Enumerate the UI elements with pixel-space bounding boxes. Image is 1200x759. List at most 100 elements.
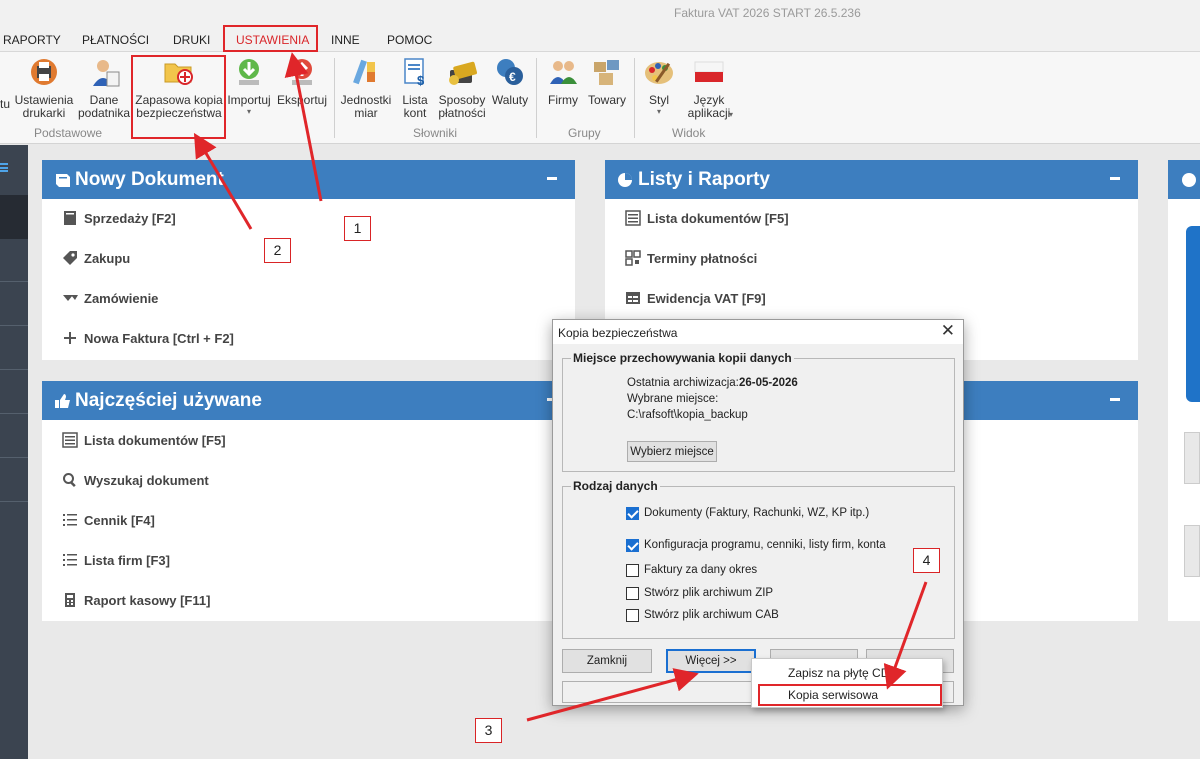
qr-grid-icon xyxy=(625,250,641,266)
taxpayer-data-button[interactable]: Dane podatnika xyxy=(76,56,132,120)
panel-title: Listy i Raporty xyxy=(638,169,770,190)
highlight-service-copy xyxy=(758,684,942,706)
menu-item-burn-cd[interactable]: Zapisz na płytę CD xyxy=(788,666,889,680)
dialog-title: Kopia bezpieczeństwa xyxy=(558,326,678,340)
svg-text:€: € xyxy=(509,70,516,84)
payment-methods-button[interactable]: Sposoby płatności xyxy=(436,56,488,120)
export-button[interactable]: Eksportuj xyxy=(276,56,328,107)
hamburger-icon[interactable] xyxy=(0,163,8,172)
style-button[interactable]: Styl ▾ xyxy=(640,56,678,117)
panel-najczesciej-uzywane: Najczęściej używane Lista dokumentów [F5… xyxy=(42,381,575,621)
import-button[interactable]: Importuj ▾ xyxy=(224,56,274,117)
data-type-group: Rodzaj danych Dokumenty (Faktury, Rachun… xyxy=(562,479,955,639)
currencies-button[interactable]: € Waluty xyxy=(490,56,530,107)
group-label-widok: Widok xyxy=(672,126,706,140)
import-icon xyxy=(233,56,265,88)
menu-pomoc[interactable]: POMOC xyxy=(387,33,432,47)
ribbon-cut-label[interactable]: tu xyxy=(0,98,10,111)
accounts-list-button[interactable]: $ Lista kont xyxy=(396,56,434,120)
document-money-icon: $ xyxy=(399,56,431,88)
companies-button[interactable]: Firmy xyxy=(544,56,582,107)
group-label-slowniki: Słowniki xyxy=(413,126,458,140)
panel-info xyxy=(1168,160,1200,621)
list-icon xyxy=(62,432,78,448)
book-icon xyxy=(62,210,78,226)
annotation-number: 3 xyxy=(475,718,502,743)
menu-platnosci[interactable]: PŁATNOŚCI xyxy=(82,33,149,47)
ribbon-separator xyxy=(634,58,635,138)
last-archive-label: Ostatnia archiwizacja: xyxy=(627,377,739,389)
thumbs-up-icon xyxy=(54,393,72,409)
export-icon xyxy=(286,56,318,88)
menu-druki[interactable]: DRUKI xyxy=(173,33,210,47)
info-tile xyxy=(1184,432,1200,484)
checkbox-label: Faktury za dany okres xyxy=(644,564,758,576)
order-icon xyxy=(62,290,78,306)
panel-header xyxy=(1168,160,1200,199)
last-archive-value: 26-05-2026 xyxy=(739,377,798,389)
person-card-icon xyxy=(88,56,120,88)
menu-inne[interactable]: INNE xyxy=(331,33,360,47)
menu-bar: RAPORTY PŁATNOŚCI DRUKI USTAWIENIA INNE … xyxy=(0,26,1200,52)
list-icon xyxy=(625,210,641,226)
table-icon xyxy=(625,290,641,306)
annotation-number: 4 xyxy=(913,548,940,573)
printer-icon xyxy=(28,56,60,88)
units-button[interactable]: Jednostki miar xyxy=(338,56,394,120)
products-button[interactable]: Towary xyxy=(584,56,630,107)
more-button[interactable]: Więcej >> xyxy=(666,649,756,673)
highlight-ustawienia xyxy=(223,25,318,52)
checkbox-cab[interactable] xyxy=(626,609,639,622)
close-icon[interactable]: ✕ xyxy=(941,322,955,340)
title-bar: Faktura VAT 2026 START 26.5.236 xyxy=(0,0,1200,26)
panel-header: Najczęściej używane xyxy=(42,381,575,420)
menu-raporty[interactable]: RAPORTY xyxy=(3,33,61,47)
printer-settings-button[interactable]: Ustawienia drukarki xyxy=(12,56,76,120)
checkbox-label: Konfiguracja programu, cenniki, listy fi… xyxy=(644,539,886,551)
minimize-icon[interactable] xyxy=(1110,398,1120,401)
storage-group-title: Miejsce przechowywania kopii danych xyxy=(571,351,794,365)
ruler-icon xyxy=(350,56,382,88)
checkbox-konfiguracja[interactable] xyxy=(626,539,639,552)
annotation-number: 2 xyxy=(264,238,291,263)
panel-nowy-dokument: Nowy Dokument Sprzedaży [F2] Zakupu Zamó… xyxy=(42,160,575,360)
checkbox-dokumenty[interactable] xyxy=(626,507,639,520)
bullet-list-icon xyxy=(62,552,78,568)
checkbox-label: Stwórz plik archiwum ZIP xyxy=(644,587,774,599)
pie-chart-icon xyxy=(617,172,635,188)
sidebar-divider xyxy=(0,501,28,502)
language-dropdown-arrow[interactable]: ▾ xyxy=(729,110,733,119)
dialog-title-bar: Kopia bezpieczeństwa ✕ xyxy=(553,320,963,344)
close-button[interactable]: Zamknij xyxy=(562,649,652,673)
backup-dialog: Kopia bezpieczeństwa ✕ Miejsce przechowy… xyxy=(552,319,964,706)
panel-title: Najczęściej używane xyxy=(75,390,262,411)
sidebar-divider xyxy=(0,281,28,282)
palette-icon xyxy=(643,56,675,88)
sidebar-divider xyxy=(0,413,28,414)
group-label-podstawowe: Podstawowe xyxy=(34,126,103,140)
data-type-group-title: Rodzaj danych xyxy=(571,479,660,493)
info-card xyxy=(1186,226,1200,402)
minimize-icon[interactable] xyxy=(1110,177,1120,180)
currency-icon: € xyxy=(494,56,526,88)
boxes-icon xyxy=(591,56,623,88)
highlight-backup-button xyxy=(131,55,226,139)
svg-text:$: $ xyxy=(417,73,425,88)
search-icon xyxy=(62,472,78,488)
people-icon xyxy=(547,56,579,88)
minimize-icon[interactable] xyxy=(547,177,557,180)
checkbox-zip[interactable] xyxy=(626,587,639,600)
sidebar-divider xyxy=(0,325,28,326)
sidebar-active-item[interactable] xyxy=(0,195,28,239)
sidebar-divider xyxy=(0,369,28,370)
info-tile xyxy=(1184,525,1200,577)
ribbon-separator xyxy=(334,58,335,138)
calculator-icon xyxy=(62,592,78,608)
bullet-list-icon xyxy=(62,512,78,528)
choose-place-button[interactable]: Wybierz miejsce xyxy=(627,441,717,462)
checkbox-faktury-okres[interactable] xyxy=(626,564,639,577)
panel-title: Nowy Dokument xyxy=(75,169,224,190)
panel-header: Listy i Raporty xyxy=(605,160,1138,199)
tag-icon xyxy=(62,250,78,266)
chosen-place-label: Wybrane miejsce: xyxy=(627,393,719,405)
